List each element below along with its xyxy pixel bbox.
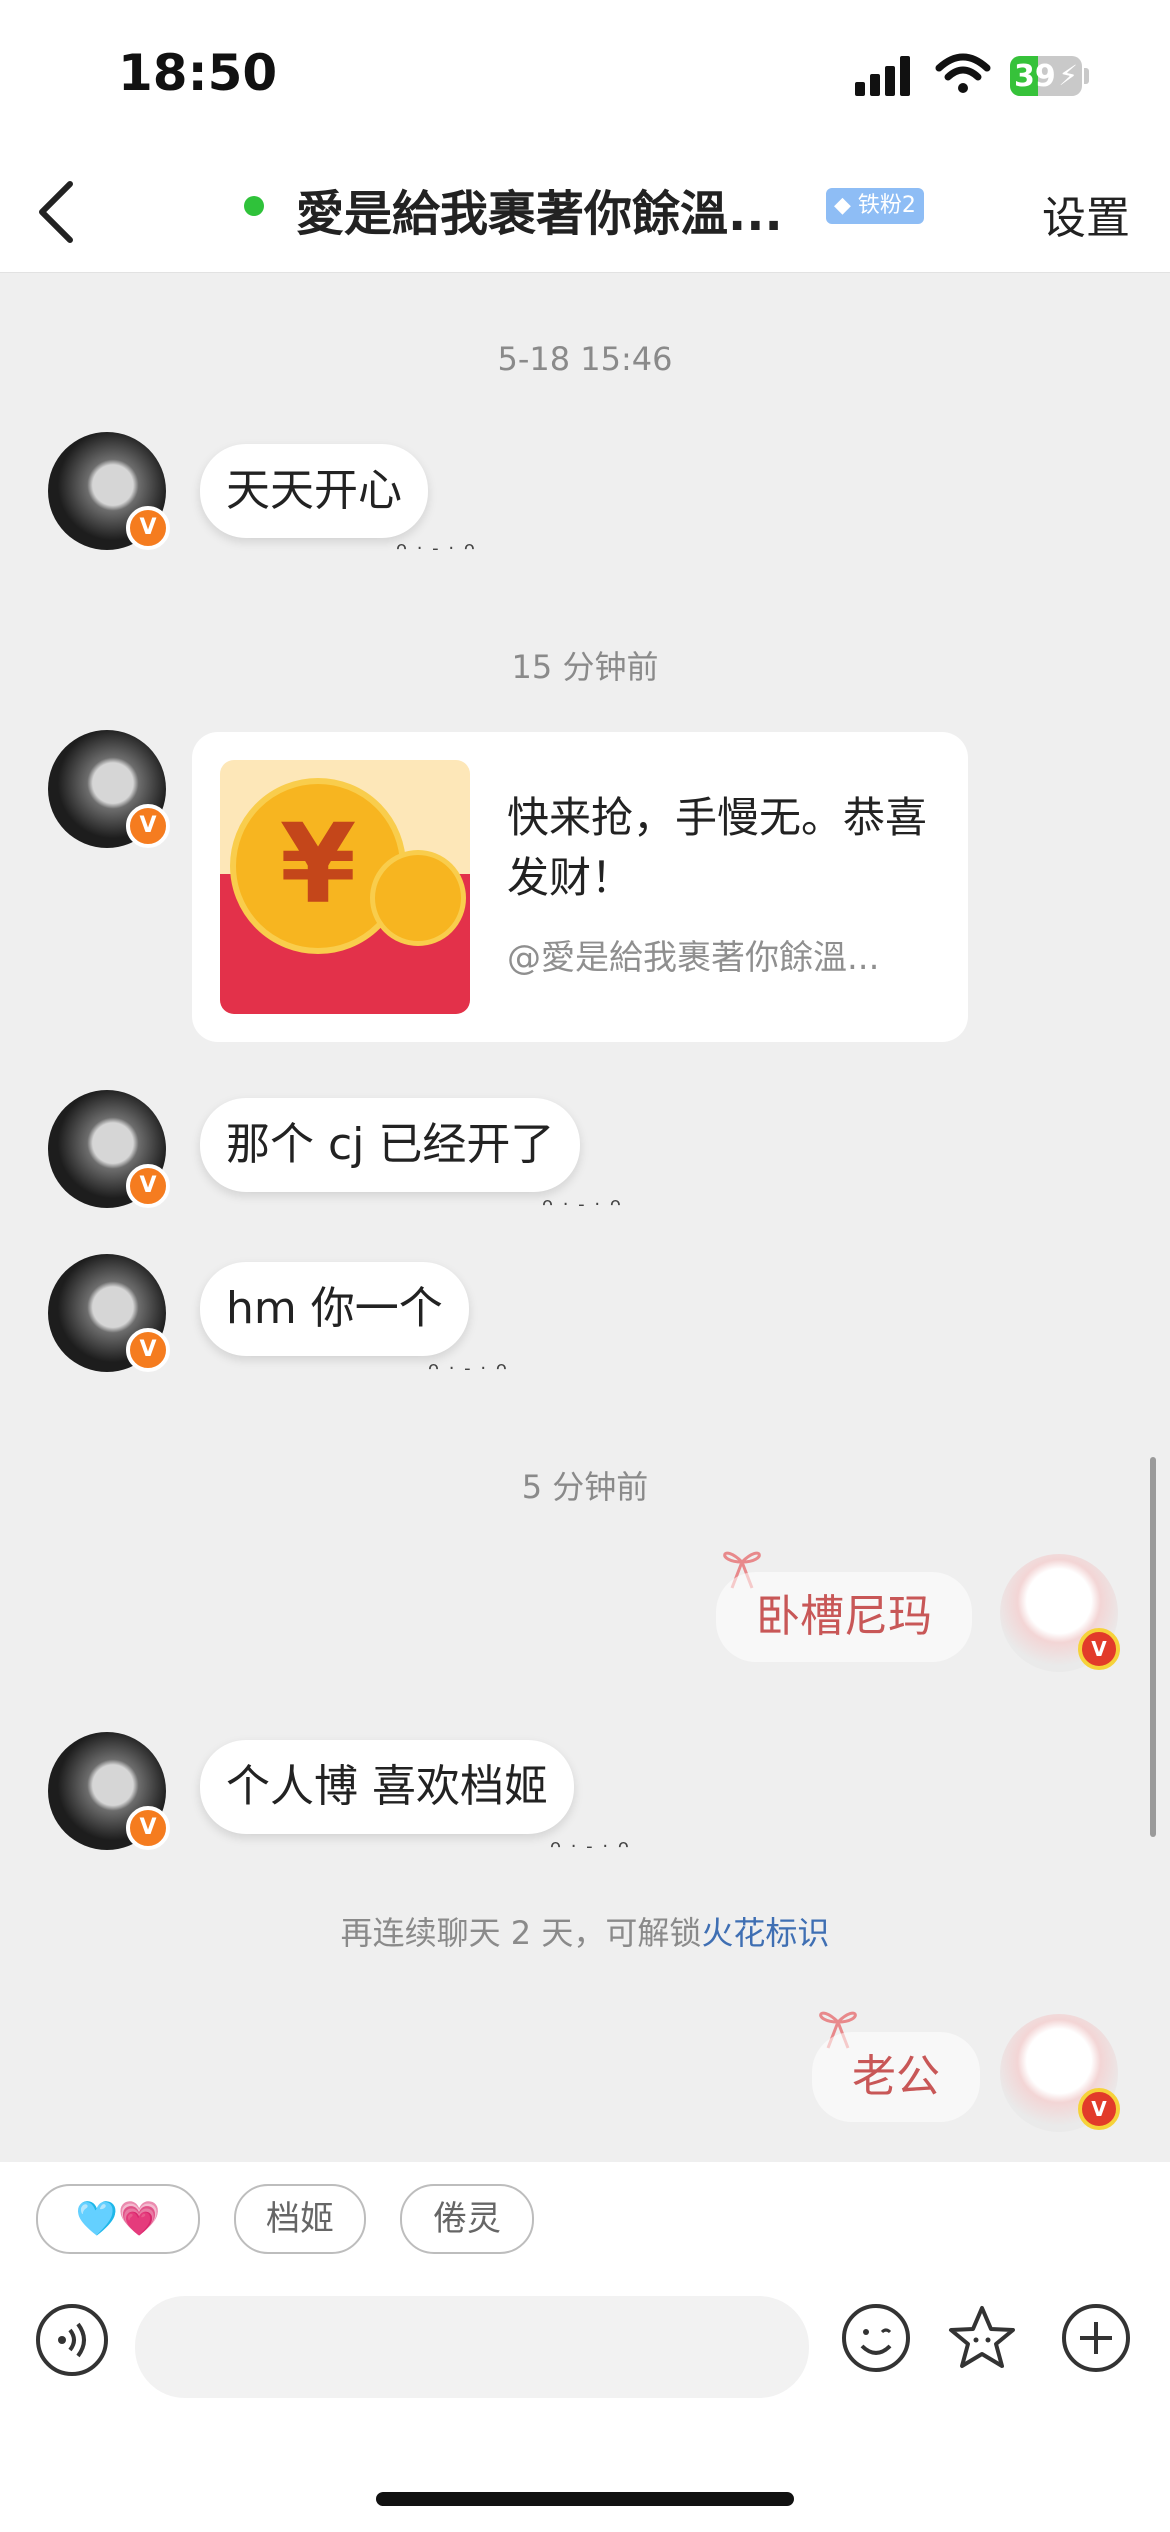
fan-level-badge: ◆ 铁粉2 <box>826 188 924 224</box>
timestamp: 15 分钟前 <box>511 648 659 686</box>
my-message-bubble[interactable]: 卧槽尼玛 <box>716 1572 972 1662</box>
message-bubble[interactable]: 天天开心 <box>200 444 428 538</box>
verified-badge-icon: V <box>126 506 170 550</box>
scrollbar[interactable] <box>1150 1457 1156 1837</box>
bubble-decoration: ᴖ · - · ᴖ <box>396 538 477 559</box>
bubble-decoration: ᴖ · - · ᴖ <box>542 1194 623 1215</box>
my-avatar[interactable]: V <box>1000 1554 1120 1672</box>
verified-badge-icon: V <box>126 1164 170 1208</box>
quick-reply-chip[interactable]: 倦灵 <box>400 2184 534 2254</box>
avatar[interactable]: V <box>48 1090 170 1208</box>
quick-reply-chip[interactable]: 🩵💗 <box>36 2184 200 2254</box>
avatar[interactable]: V <box>48 1254 170 1372</box>
red-packet-message: 快来抢，手慢无。恭喜发财！ <box>507 793 928 902</box>
avatar[interactable]: V <box>48 432 170 550</box>
spark-hint: 再连续聊天 2 天，可解锁火花标识 <box>0 1908 1170 1954</box>
timestamp: 5-18 15:46 <box>497 340 673 378</box>
timestamp: 5 分钟前 <box>521 1468 649 1506</box>
voice-icon[interactable] <box>36 2304 108 2376</box>
avatar[interactable]: V <box>48 1732 170 1850</box>
online-status-dot <box>244 196 264 216</box>
status-bar: 18:50 39 ⚡ <box>0 0 1170 150</box>
message-input[interactable] <box>135 2296 809 2398</box>
quick-reply-chip[interactable]: 档姬 <box>234 2184 366 2254</box>
avatar[interactable]: V <box>48 730 170 848</box>
status-time: 18:50 <box>118 44 278 102</box>
spark-link[interactable]: 火花标识 <box>701 1914 829 1952</box>
message-bubble[interactable]: hm 你一个 <box>200 1262 469 1356</box>
chat-title[interactable]: 愛是給我裹著你餘溫... <box>296 174 816 244</box>
verified-badge-icon: V <box>126 1328 170 1372</box>
verified-badge-icon: V <box>126 804 170 848</box>
input-panel: 🩵💗 档姬 倦灵 <box>0 2162 1170 2532</box>
plus-icon[interactable] <box>1060 2302 1132 2374</box>
verified-badge-icon: V <box>126 1806 170 1850</box>
message-list[interactable]: 5-18 15:46 V 天天开心 ᴖ · - · ᴖ 15 分钟前 V ¥ 快… <box>0 272 1170 2162</box>
battery-percent: 39 <box>1014 59 1056 94</box>
wifi-icon <box>935 53 991 93</box>
my-avatar[interactable]: V <box>1000 2014 1120 2132</box>
verified-badge-icon: V <box>1078 1628 1120 1670</box>
cellular-signal-icon <box>855 56 915 96</box>
red-packet-sender: @愛是給我裹著你餘溫... <box>507 938 880 978</box>
bubble-decoration: ᴖ · - · ᴖ <box>428 1358 509 1379</box>
emoji-icon[interactable] <box>840 2302 912 2374</box>
red-packet-card[interactable]: ¥ 快来抢，手慢无。恭喜发财！ @愛是給我裹著你餘溫... <box>192 732 968 1042</box>
message-bubble[interactable]: 那个 cj 已经开了 <box>200 1098 581 1192</box>
my-message-bubble[interactable]: 老公 <box>812 2032 980 2122</box>
spark-hint-text: 再连续聊天 2 天，可解锁 <box>340 1914 702 1952</box>
message-bubble[interactable]: 个人博 喜欢档姬 <box>200 1740 574 1834</box>
chat-header: 愛是給我裹著你餘溫... ◆ 铁粉2 设置 <box>0 150 1170 273</box>
verified-badge-icon: V <box>1078 2088 1120 2130</box>
battery-icon: 39 ⚡ <box>1010 56 1082 96</box>
star-sticker-icon[interactable] <box>946 2302 1018 2374</box>
settings-button[interactable]: 设置 <box>1042 182 1130 246</box>
red-envelope-icon: ¥ <box>220 760 470 1014</box>
chevron-left-icon[interactable] <box>28 174 88 250</box>
home-indicator <box>376 2492 794 2506</box>
bubble-decoration: ᴖ · - · ᴖ <box>550 1836 631 1857</box>
